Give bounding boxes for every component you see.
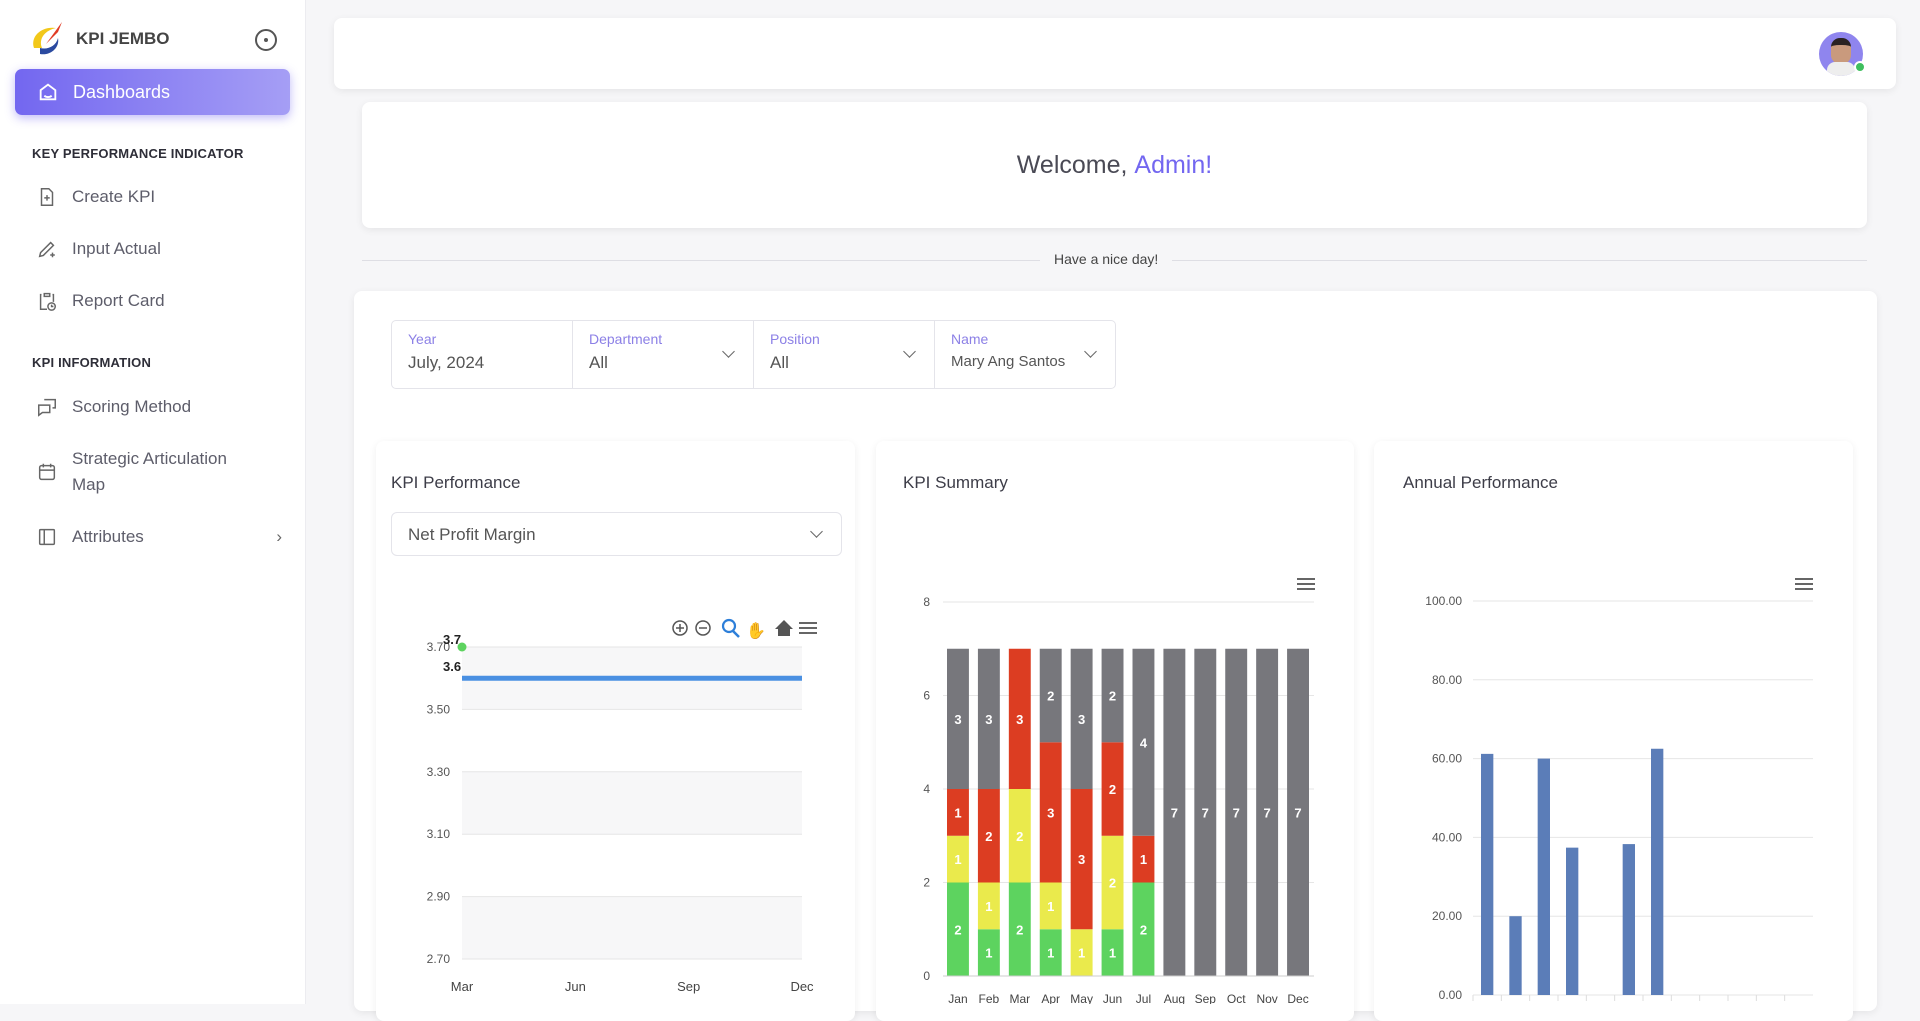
x-tick-label: Jun [1103, 992, 1122, 1004]
menu-icon[interactable] [1297, 583, 1315, 585]
data-label: 3.6 [443, 659, 461, 674]
data-label: 3.7 [443, 632, 461, 647]
y-tick-label: 100.00 [1425, 594, 1462, 608]
y-tick-label: 40.00 [1432, 830, 1462, 844]
data-label: 1 [1109, 946, 1116, 961]
x-tick-label: Sep [1195, 992, 1217, 1004]
menu-icon[interactable] [799, 622, 817, 624]
x-tick-label: May [1070, 992, 1093, 1004]
data-label: 1 [985, 946, 992, 961]
data-label: 7 [1202, 805, 1209, 820]
data-label: 7 [1264, 805, 1271, 820]
bar [1622, 844, 1635, 995]
y-tick-label: 3.50 [427, 702, 451, 716]
y-tick-label: 2 [923, 876, 930, 890]
data-label: 2 [1047, 689, 1054, 704]
y-tick-label: 3.10 [427, 827, 451, 841]
x-tick-label: Dec [790, 979, 814, 994]
grid-band [462, 896, 802, 959]
data-label: 1 [954, 852, 961, 867]
reset-home-icon[interactable] [775, 620, 793, 636]
x-tick-label: Jun [565, 979, 586, 994]
data-label: 1 [1047, 899, 1054, 914]
y-tick-label: 2.90 [427, 890, 451, 904]
x-tick-label: Mar [451, 979, 474, 994]
data-label: 2 [1016, 829, 1023, 844]
data-label: 2 [1109, 782, 1116, 797]
data-label: 1 [1078, 946, 1085, 961]
pan-hand-icon[interactable]: ✋ [746, 621, 766, 640]
x-tick-label: Dec [1287, 992, 1308, 1004]
x-tick-label: Apr [1041, 992, 1060, 1004]
menu-icon[interactable] [799, 627, 817, 629]
menu-icon[interactable] [1795, 588, 1813, 590]
x-tick-label: Oct [1227, 992, 1246, 1004]
data-label: 1 [985, 899, 992, 914]
data-label: 2 [985, 829, 992, 844]
zoom-selection-icon[interactable] [721, 618, 737, 634]
bar [1537, 758, 1550, 995]
data-label: 1 [954, 805, 961, 820]
x-tick-label: Nov [1256, 992, 1277, 1004]
y-tick-label: 20.00 [1432, 909, 1462, 923]
data-label: 3 [1016, 712, 1023, 727]
y-tick-label: 60.00 [1432, 752, 1462, 766]
y-tick-label: 8 [923, 595, 930, 609]
menu-icon[interactable] [1795, 578, 1813, 580]
x-tick-label: Feb [979, 992, 1000, 1004]
data-label: 7 [1233, 805, 1240, 820]
y-tick-label: 2.70 [427, 952, 451, 966]
data-label: 7 [1294, 805, 1301, 820]
y-tick-label: 0 [923, 969, 930, 983]
y-tick-label: 0.00 [1439, 988, 1463, 1002]
x-tick-label: Jul [1136, 992, 1151, 1004]
y-tick-label: 80.00 [1432, 673, 1462, 687]
data-label: 2 [1016, 922, 1023, 937]
data-label: 2 [1140, 922, 1147, 937]
data-label: 3 [1078, 852, 1085, 867]
bar [1509, 916, 1522, 995]
data-label: 3 [1047, 805, 1054, 820]
data-label: 2 [954, 922, 961, 937]
x-tick-label: Aug [1164, 992, 1185, 1004]
data-label: 7 [1171, 805, 1178, 820]
bar [1651, 748, 1664, 995]
data-label: 4 [1140, 735, 1148, 750]
menu-icon[interactable] [799, 632, 817, 634]
data-label: 2 [1109, 689, 1116, 704]
y-tick-label: 3.30 [427, 765, 451, 779]
x-tick-label: Sep [677, 979, 700, 994]
data-label: 3 [1078, 712, 1085, 727]
bar [1566, 847, 1579, 995]
data-label: 3 [954, 712, 961, 727]
menu-icon[interactable] [1297, 578, 1315, 580]
menu-icon[interactable] [1297, 588, 1315, 590]
menu-icon[interactable] [1795, 583, 1813, 585]
data-label: 3 [985, 712, 992, 727]
kpi-performance-chart: 3.703.503.303.102.902.70Mar Jun Sep Dec3.63… [427, 578, 1813, 1004]
y-tick-label: 6 [923, 689, 930, 703]
y-tick-label: 4 [923, 782, 930, 796]
bar [1481, 753, 1494, 995]
data-label: 2 [1109, 876, 1116, 891]
grid-band [462, 771, 802, 835]
zoom-selection-icon-handle [732, 630, 740, 638]
x-tick-label: Mar [1009, 992, 1030, 1004]
x-tick-label: Jan [948, 992, 967, 1004]
data-label: 1 [1047, 946, 1054, 961]
data-label: 1 [1140, 852, 1147, 867]
